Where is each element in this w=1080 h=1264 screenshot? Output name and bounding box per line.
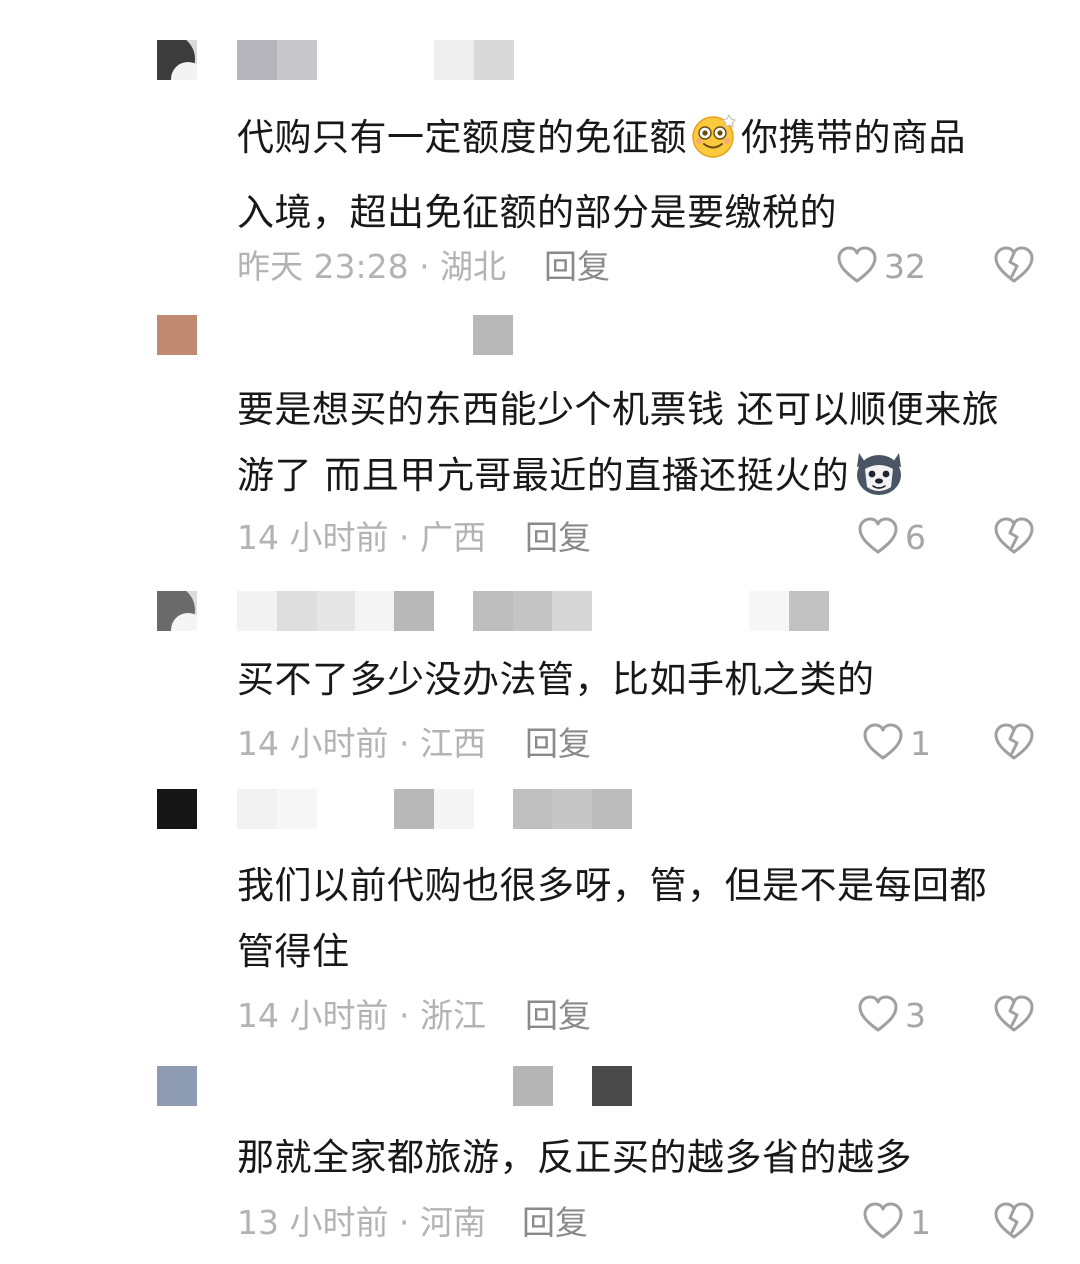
broken-heart-icon [993, 245, 1035, 289]
comment-meta: 14 小时前 · 浙江 [237, 996, 486, 1035]
username-blurred[interactable] [237, 591, 829, 631]
dislike-button[interactable] [991, 514, 1037, 562]
comment-meta: 14 小时前 · 江西 [237, 724, 486, 763]
like-count: 1 [910, 724, 931, 763]
like-button[interactable]: 6 [857, 514, 926, 562]
username-blurred[interactable] [237, 40, 637, 80]
avatar[interactable] [157, 1066, 197, 1106]
like-button[interactable]: 1 [862, 720, 931, 768]
broken-heart-icon [993, 994, 1035, 1038]
like-count: 6 [905, 518, 926, 557]
heart-outline-icon [862, 1201, 904, 1245]
reply-button[interactable]: 回复 [525, 720, 591, 768]
dislike-button[interactable] [991, 243, 1037, 291]
heart-outline-icon [857, 516, 899, 560]
reply-button[interactable]: 回复 [525, 992, 591, 1040]
comment-text: 代购只有一定额度的免征额 你携带的商品 入境，超出免征额的部分是要缴税的 [237, 105, 1047, 246]
comment-meta: 昨天 23:28 · 湖北 [237, 247, 507, 286]
broken-heart-icon [993, 1201, 1035, 1245]
avatar[interactable] [157, 789, 197, 829]
comment-list: 代购只有一定额度的免征额 你携带的商品 入境，超出免征额的部分是要缴税的 昨天 … [0, 0, 1080, 1264]
like-count: 32 [884, 247, 926, 286]
reply-button[interactable]: 回复 [525, 514, 591, 562]
comment-meta: 14 小时前 · 广西 [237, 518, 486, 557]
username-blurred[interactable] [237, 1066, 637, 1106]
comment-text: 那就全家都旅游，反正买的越多省的越多 [237, 1136, 912, 1179]
heart-outline-icon [862, 722, 904, 766]
comment-text: 买不了多少没办法管，比如手机之类的 [237, 658, 875, 701]
like-count: 1 [910, 1203, 931, 1242]
heart-outline-icon [857, 994, 899, 1038]
username-blurred[interactable] [237, 789, 637, 829]
dizzy-face-emoji [689, 111, 741, 180]
comment-meta: 13 小时前 · 河南 [237, 1203, 486, 1242]
dislike-button[interactable] [991, 992, 1037, 1040]
comment-text: 要是想买的东西能少个机票钱 还可以顺便来旅 游了 而且甲亢哥最近的直播还挺火的 [237, 377, 1047, 518]
avatar[interactable] [157, 40, 197, 80]
reply-button[interactable]: 回复 [522, 1199, 588, 1247]
dislike-button[interactable] [991, 1199, 1037, 1247]
like-button[interactable]: 1 [862, 1199, 931, 1247]
like-button[interactable]: 32 [836, 243, 926, 291]
comment-text: 我们以前代购也很多呀，管，但是不是每回都 管得住 [237, 864, 987, 973]
reply-button[interactable]: 回复 [544, 243, 610, 291]
dislike-button[interactable] [991, 720, 1037, 768]
like-button[interactable]: 3 [857, 992, 926, 1040]
username-blurred[interactable] [237, 315, 637, 355]
broken-heart-icon [993, 722, 1035, 766]
husky-dog-emoji [851, 447, 907, 518]
like-count: 3 [905, 996, 926, 1035]
avatar[interactable] [157, 315, 197, 355]
broken-heart-icon [993, 516, 1035, 560]
avatar[interactable] [157, 591, 197, 631]
heart-outline-icon [836, 245, 878, 289]
